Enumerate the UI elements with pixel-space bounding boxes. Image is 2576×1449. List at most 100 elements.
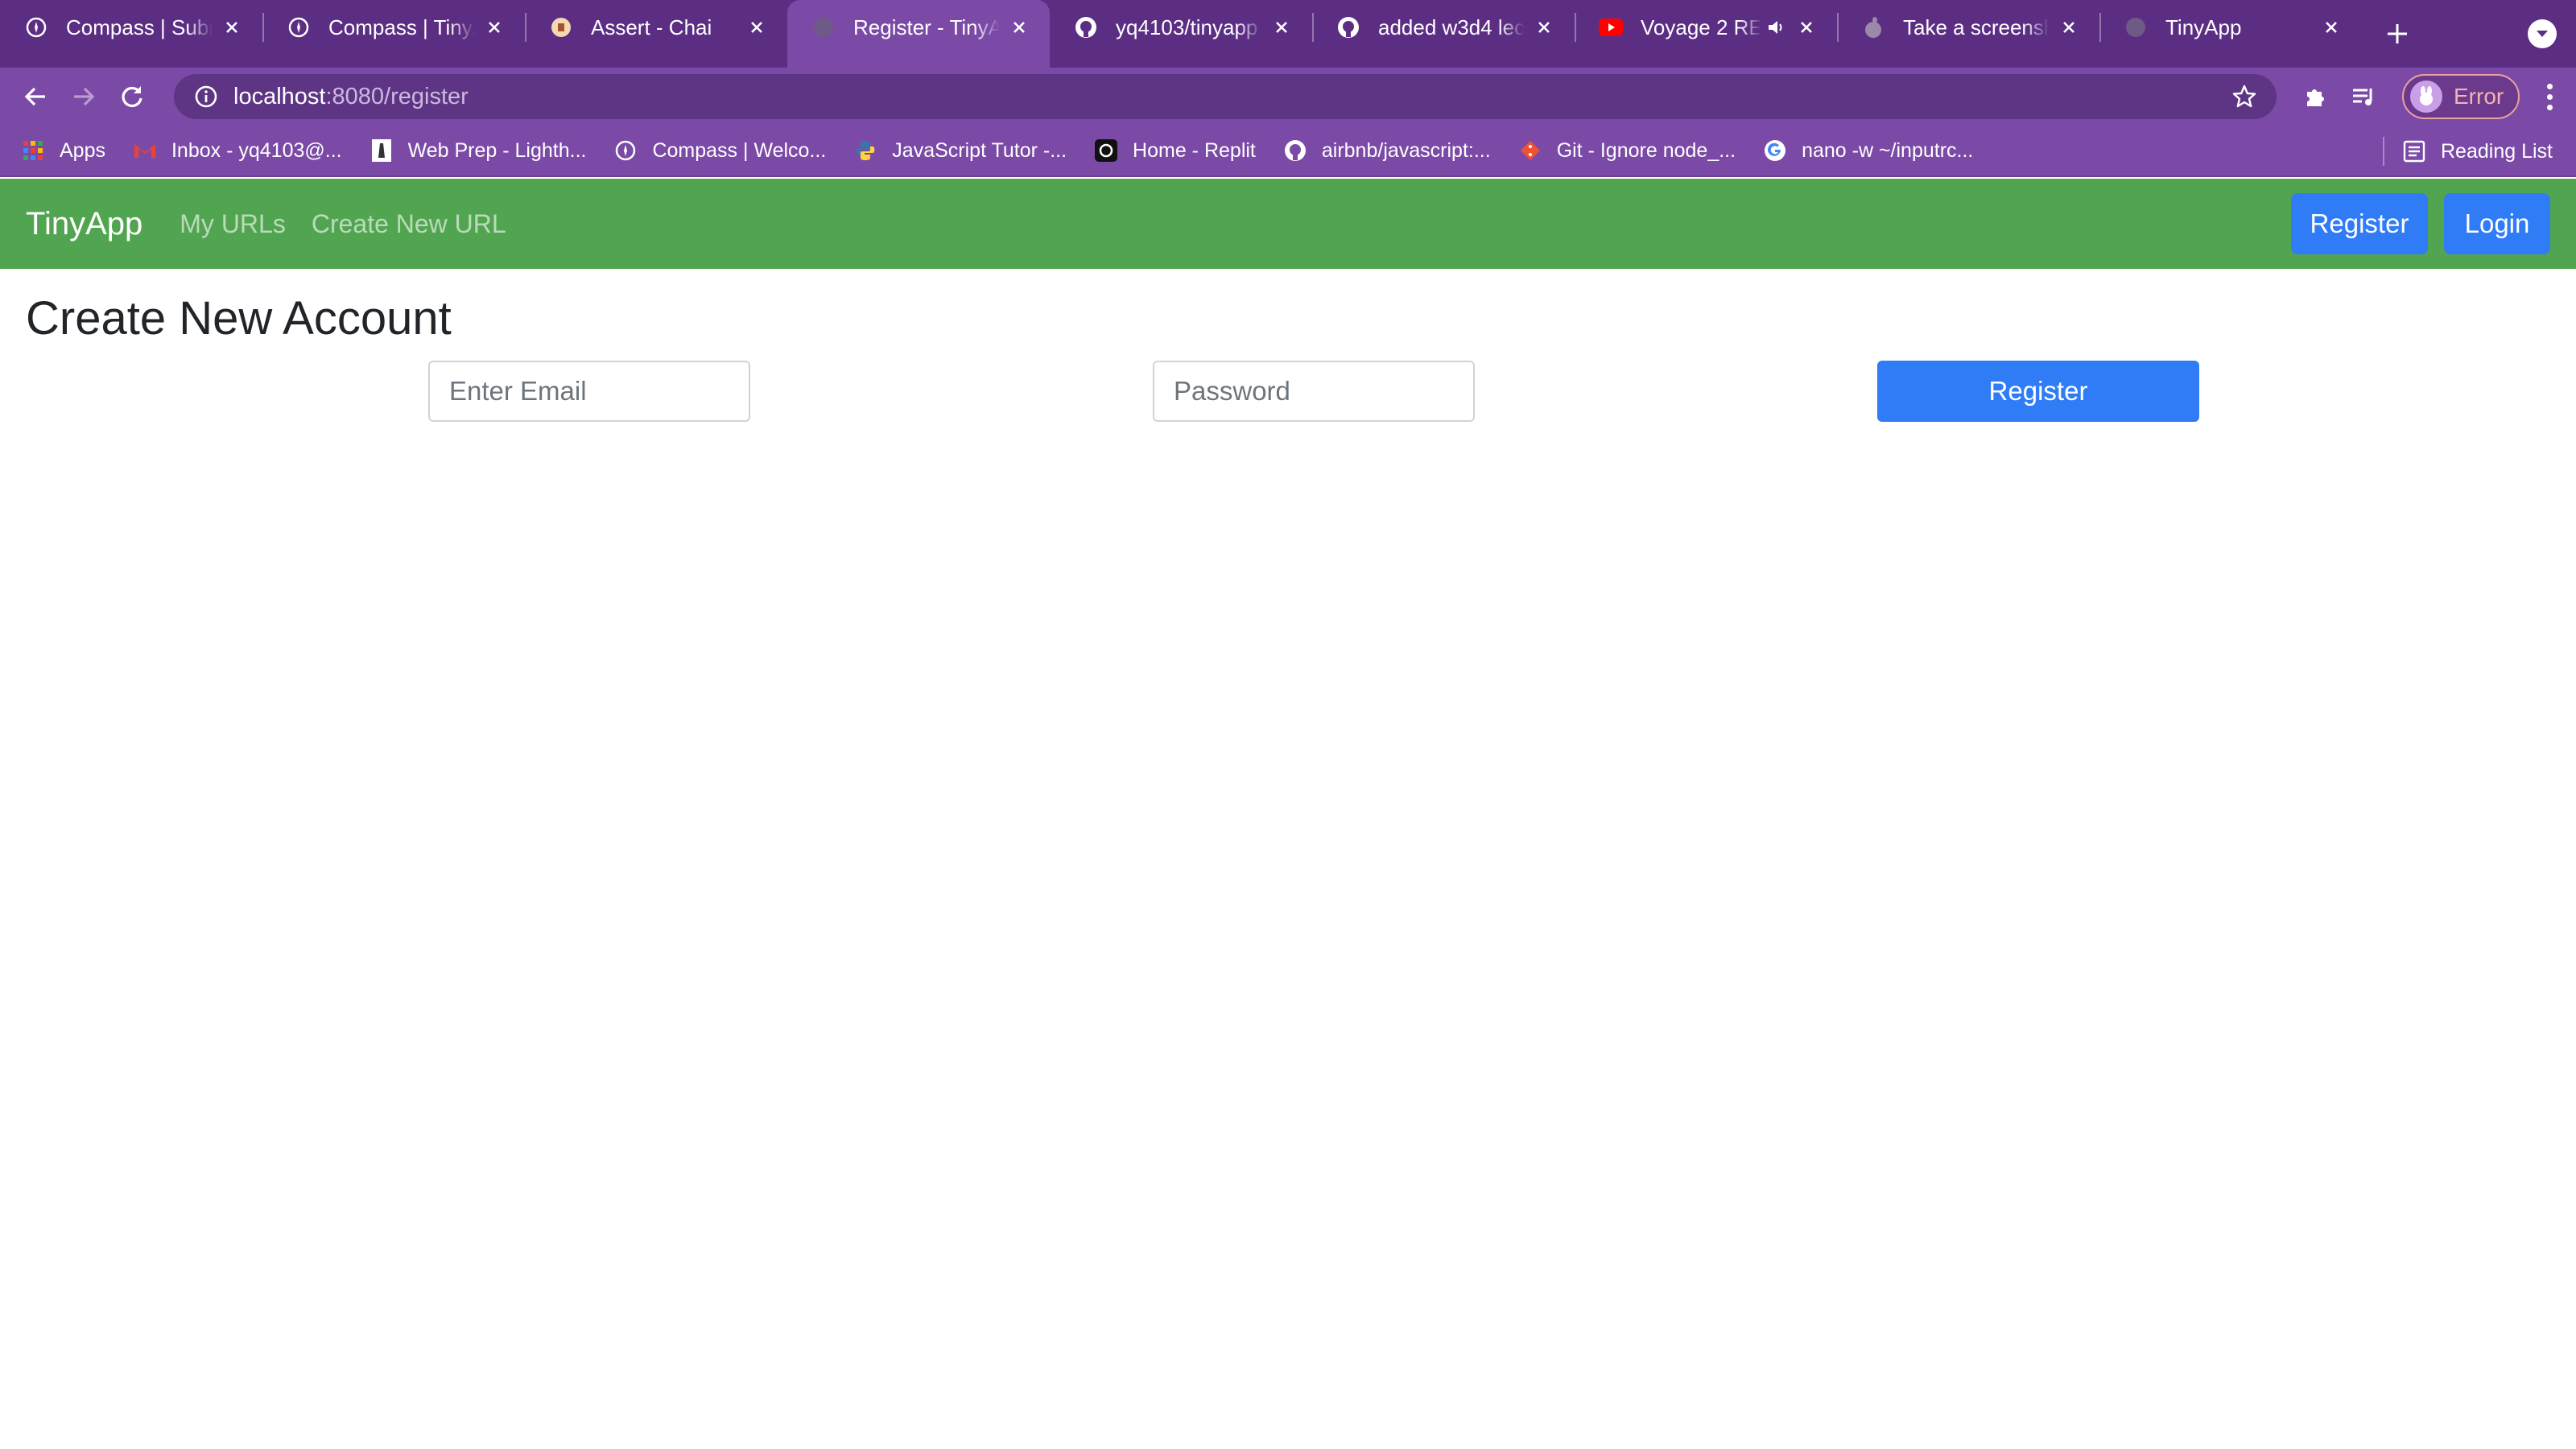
- browser-tab[interactable]: Compass | Submit: [0, 0, 262, 55]
- navbar-register-button[interactable]: Register: [2291, 193, 2428, 254]
- python-icon: [853, 138, 877, 163]
- compass-icon: [287, 15, 311, 39]
- close-icon[interactable]: [1270, 16, 1293, 39]
- browser-tab[interactable]: TinyApp: [2099, 0, 2362, 55]
- app-brand-link[interactable]: TinyApp: [26, 206, 142, 242]
- page-title: Create New Account: [26, 292, 452, 345]
- tab-title: yq4103/tinyapp: [1116, 14, 1258, 39]
- reload-icon: [122, 86, 142, 108]
- close-icon[interactable]: [2058, 16, 2080, 39]
- bookmark-label: Home - Replit: [1133, 138, 1256, 162]
- media-controls-button[interactable]: [2339, 72, 2388, 121]
- close-icon[interactable]: [1533, 16, 1555, 39]
- browser-tab[interactable]: Assert - Chai: [525, 0, 787, 55]
- tab-title: TinyApp: [2165, 14, 2242, 39]
- bookmark-label: airbnb/javascript:...: [1321, 138, 1491, 162]
- arrow-right-icon: [74, 87, 95, 106]
- bookmarks-divider: [2383, 137, 2384, 166]
- browser-tab-strip: Compass | Submit Compass | TinyApp Asser…: [0, 0, 2576, 68]
- bookmark-label: JavaScript Tutor -...: [892, 138, 1067, 162]
- bookmark-compass[interactable]: Compass | Welco...: [613, 138, 826, 163]
- bookmark-apps[interactable]: Apps: [21, 138, 105, 163]
- bookmark-label: Git - Ignore node_...: [1556, 138, 1736, 162]
- globe-icon: [2124, 15, 2148, 39]
- browser-tab[interactable]: Take a screenshot: [1837, 0, 2099, 55]
- profile-status-label: Error: [2454, 84, 2504, 109]
- tab-title: Compass | TinyApp: [328, 14, 475, 39]
- git-icon: [1518, 138, 1542, 163]
- google-icon: [1763, 138, 1787, 163]
- bookmark-git-ignore[interactable]: Git - Ignore node_...: [1518, 138, 1736, 163]
- browser-toolbar: localhost:8080/register Error: [0, 68, 2576, 126]
- browser-tab[interactable]: yq4103/tinyapp: [1050, 0, 1312, 55]
- tab-title: Compass | Submit: [66, 14, 213, 39]
- nav-link-my-urls[interactable]: My URLs: [180, 209, 286, 239]
- reload-button[interactable]: [108, 72, 156, 121]
- browser-tab[interactable]: Voyage 2 REUNION: [1575, 0, 1837, 55]
- new-tab-button[interactable]: [2376, 13, 2418, 55]
- apps-grid-icon: [21, 138, 45, 163]
- close-icon[interactable]: [2320, 16, 2343, 39]
- tab-title: added w3d4 lecture: [1378, 14, 1525, 39]
- gmail-icon: [133, 138, 157, 163]
- app-navbar: TinyApp My URLs Create New URL Register …: [0, 179, 2576, 269]
- tab-title: Voyage 2 REUNION: [1641, 14, 1761, 39]
- profile-button[interactable]: Error: [2402, 74, 2520, 119]
- bookmark-replit[interactable]: Home - Replit: [1094, 138, 1256, 163]
- bookmark-js-tutor[interactable]: JavaScript Tutor -...: [853, 138, 1067, 163]
- bookmark-gmail[interactable]: Inbox - yq4103@...: [133, 138, 342, 163]
- github-icon: [1283, 138, 1307, 163]
- apple-icon: [1861, 15, 1885, 39]
- tab-title: Assert - Chai: [591, 14, 712, 39]
- url-text: localhost:8080/register: [233, 84, 469, 110]
- bookmark-lighthouse[interactable]: Web Prep - Lighth...: [369, 138, 587, 163]
- reading-list-label: Reading List: [2441, 139, 2553, 163]
- reading-list-button[interactable]: Reading List: [2402, 139, 2553, 163]
- speaker-icon[interactable]: [1766, 17, 1787, 38]
- lighthouse-icon: [369, 138, 394, 163]
- close-icon[interactable]: [1008, 16, 1030, 39]
- star-icon[interactable]: [2231, 84, 2257, 109]
- reading-list-icon: [2403, 140, 2425, 163]
- url-host: localhost: [233, 83, 326, 109]
- close-icon[interactable]: [221, 16, 243, 39]
- github-icon: [1336, 15, 1360, 39]
- bookmark-label: Compass | Welco...: [652, 138, 827, 162]
- puzzle-icon: [2307, 89, 2324, 106]
- compass-icon: [24, 15, 48, 39]
- bookmarks-bar: Apps Inbox - yq4103@... Web Prep - Light…: [0, 126, 2576, 177]
- bookmark-airbnb-js[interactable]: airbnb/javascript:...: [1283, 138, 1491, 163]
- toolbar-actions: Error: [2291, 72, 2562, 121]
- bookmark-label: Apps: [60, 138, 105, 162]
- navbar-login-button[interactable]: Login: [2444, 193, 2550, 254]
- close-icon[interactable]: [483, 16, 506, 39]
- queue-music-icon: [2353, 89, 2372, 105]
- bookmark-label: Inbox - yq4103@...: [171, 138, 342, 162]
- tab-title: Register - TinyApp: [853, 14, 1000, 39]
- avatar: [2410, 80, 2442, 113]
- email-field[interactable]: [428, 361, 750, 422]
- chevron-down-icon: [2537, 31, 2548, 37]
- plus-icon: [2388, 24, 2407, 43]
- info-icon[interactable]: [193, 84, 219, 109]
- extensions-button[interactable]: [2291, 72, 2339, 121]
- forward-button[interactable]: [60, 72, 108, 121]
- chai-icon: [549, 15, 573, 39]
- browser-tab[interactable]: added w3d4 lecture: [1312, 0, 1575, 55]
- compass-icon: [613, 138, 638, 163]
- browser-tab[interactable]: Compass | TinyApp: [262, 0, 525, 55]
- bookmark-nano[interactable]: nano -w ~/inputrc...: [1763, 138, 1973, 163]
- address-bar[interactable]: localhost:8080/register: [174, 74, 2277, 119]
- password-field[interactable]: [1153, 361, 1475, 422]
- browser-tab-active[interactable]: Register - TinyApp: [787, 0, 1050, 68]
- back-button[interactable]: [11, 72, 60, 121]
- tab-search-button[interactable]: [2528, 19, 2557, 48]
- replit-icon: [1094, 138, 1118, 163]
- close-icon[interactable]: [1795, 16, 1818, 39]
- tab-title: Take a screenshot: [1903, 14, 2050, 39]
- close-icon[interactable]: [745, 16, 768, 39]
- nav-link-create-new-url[interactable]: Create New URL: [312, 209, 506, 239]
- register-submit-button[interactable]: Register: [1877, 361, 2199, 422]
- browser-menu-button[interactable]: [2537, 79, 2562, 114]
- bookmark-label: Web Prep - Lighth...: [407, 138, 587, 162]
